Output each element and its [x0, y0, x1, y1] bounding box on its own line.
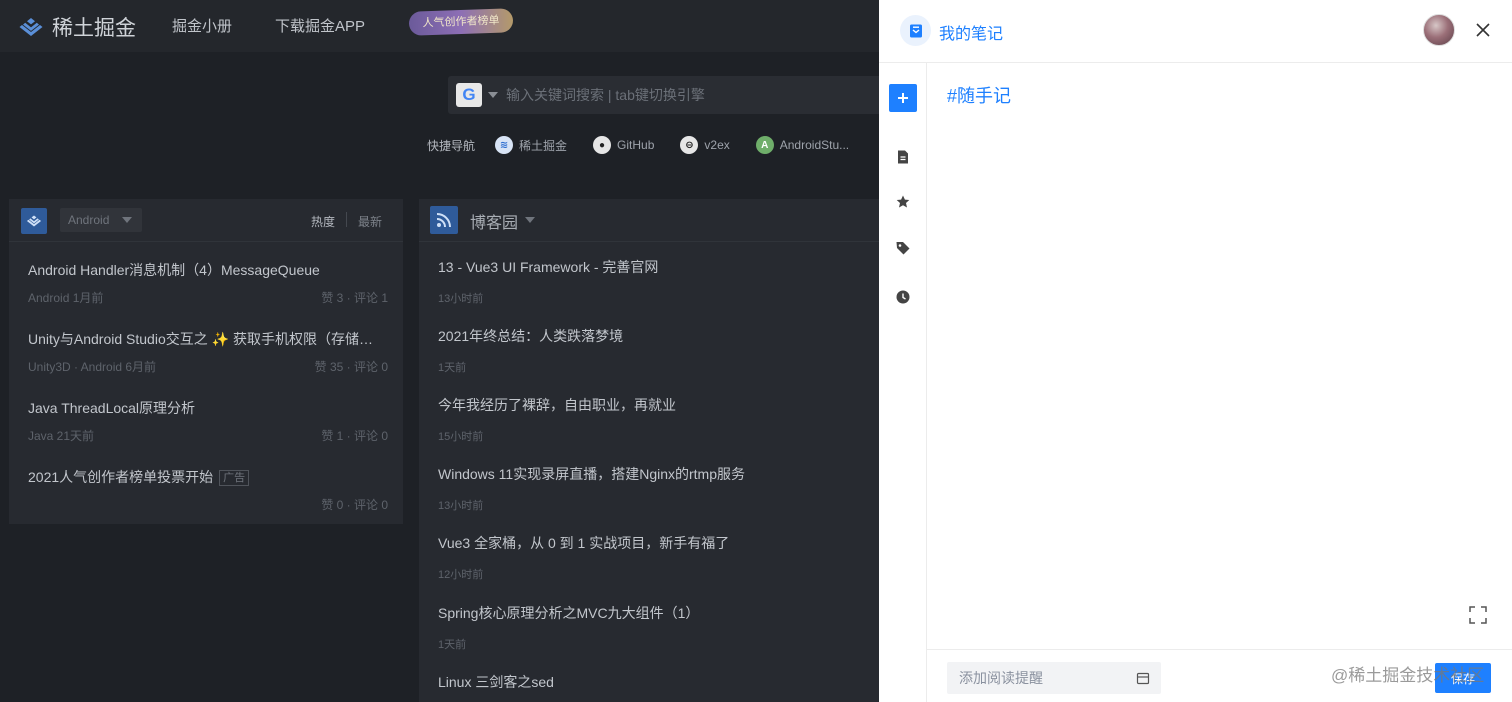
nav-juejin-books[interactable]: 掘金小册 [172, 15, 232, 36]
feed-item-time: 15小时前 [438, 431, 484, 443]
list-item[interactable]: Unity与Android Studio交互之 ✨ 获取手机权限（存储… Uni… [28, 329, 388, 374]
brand-name: 稀土掘金 [52, 17, 136, 40]
list-item[interactable]: Vue3 全家桶，从 0 到 1 实战项目，新手有福了 12小时前 [438, 533, 878, 582]
feed-item-time: 1天前 [438, 639, 467, 651]
search-bar: G [448, 76, 888, 114]
engine-dropdown-caret-icon[interactable] [488, 92, 498, 98]
article-stats: 赞 3 · 评论 1 [321, 291, 388, 305]
save-button[interactable]: 保存 [1435, 663, 1491, 693]
list-item[interactable]: 2021年终总结：人类跌落梦境 1天前 [438, 326, 878, 375]
list-item[interactable]: Spring核心原理分析之MVC九大组件（1） 1天前 [438, 603, 878, 652]
google-icon[interactable]: G [456, 83, 482, 107]
quick-nav-v2ex[interactable]: ⊖ v2ex [680, 136, 730, 154]
feed-item-title[interactable]: Vue3 全家桶，从 0 到 1 实战项目，新手有福了 [438, 533, 878, 553]
notes-sidebar [879, 63, 927, 702]
article-stats: 赞 1 · 评论 0 [321, 429, 388, 443]
article-meta: Android 1月前 [28, 291, 104, 305]
ad-badge: 广告 [219, 470, 250, 486]
feed-item-time: 12小时前 [438, 569, 484, 581]
card-header: 博客园 [419, 199, 889, 242]
notes-logo-icon [900, 15, 931, 46]
juejin-articles-card: Android 热度 最新 Android Handler消息机制（4）Mess… [9, 199, 403, 524]
chevron-down-icon [122, 217, 132, 223]
list-item[interactable]: 13 - Vue3 UI Framework - 完善官网 13小时前 [438, 257, 878, 306]
feed-item-time: 13小时前 [438, 500, 484, 512]
quick-nav-github[interactable]: ● GitHub [593, 136, 654, 154]
chevron-down-icon[interactable] [525, 217, 535, 223]
quick-nav-item-label: 稀土掘金 [519, 138, 568, 153]
sort-latest[interactable]: 最新 [358, 213, 382, 230]
feed-source-title[interactable]: 博客园 [470, 209, 518, 233]
android-studio-icon: A [755, 136, 774, 154]
quick-nav-label: 快捷导航 [427, 138, 476, 153]
rss-feed-card: 博客园 13 - Vue3 UI Framework - 完善官网 13小时前 2… [419, 199, 889, 702]
quick-nav-juejin[interactable]: ≋ 稀土掘金 [495, 136, 567, 154]
notes-panel-header: 我的笔记 [879, 0, 1512, 63]
card-header: Android 热度 最新 [9, 199, 403, 242]
article-title[interactable]: 2021人气创作者榜单投票开始 广告 [28, 467, 388, 487]
sort-hot[interactable]: 热度 [311, 213, 335, 230]
juejin-logo[interactable]: 稀土掘金 [18, 12, 136, 42]
star-icon[interactable] [895, 194, 911, 210]
juejin-icon [21, 208, 47, 234]
divider [346, 212, 347, 227]
article-meta: Unity3D · Android 6月前 [28, 360, 157, 374]
github-icon: ● [593, 136, 612, 154]
notes-panel: 我的笔记 #随手记 保存 [879, 0, 1512, 702]
feed-item-title[interactable]: 今年我经历了裸辞，自由职业，再就业 [438, 395, 878, 415]
list-item[interactable]: 2021人气创作者榜单投票开始 广告 赞 0 · 评论 0 [28, 467, 388, 512]
feed-item-time: 1天前 [438, 362, 467, 374]
feed-item-title[interactable]: Spring核心原理分析之MVC九大组件（1） [438, 603, 878, 623]
quick-nav-item-label: GitHub [617, 138, 655, 152]
article-title[interactable]: Android Handler消息机制（4）MessageQueue [28, 260, 388, 280]
note-icon[interactable] [895, 149, 911, 165]
list-item[interactable]: Linux 三剑客之sed [438, 672, 878, 692]
notes-panel-title: 我的笔记 [939, 26, 1004, 43]
quick-nav-android-studio[interactable]: A AndroidStu... [755, 136, 850, 154]
article-stats: 赞 0 · 评论 0 [321, 498, 388, 512]
promo-banner[interactable]: 人气创作者榜单 [408, 8, 514, 36]
feed-item-time: 13小时前 [438, 293, 484, 305]
v2ex-icon: ⊖ [680, 136, 699, 154]
category-select-value: Android [68, 213, 110, 227]
quick-nav-item-label: v2ex [704, 138, 730, 152]
quick-nav: 快捷导航 ≋ 稀土掘金 ● GitHub ⊖ v2ex A AndroidStu… [427, 136, 875, 154]
category-select[interactable]: Android [60, 208, 142, 232]
rss-icon [430, 206, 458, 234]
add-icon [898, 93, 908, 103]
juejin-icon: ≋ [495, 136, 514, 154]
juejin-logo-icon [19, 18, 43, 36]
feed-item-title[interactable]: 2021年终总结：人类跌落梦境 [438, 326, 878, 346]
article-title[interactable]: Java ThreadLocal原理分析 [28, 398, 388, 418]
fullscreen-icon[interactable] [1469, 606, 1487, 624]
search-input[interactable] [506, 85, 876, 105]
list-item[interactable]: Android Handler消息机制（4）MessageQueue Andro… [28, 260, 388, 305]
feed-item-title[interactable]: 13 - Vue3 UI Framework - 完善官网 [438, 257, 878, 277]
article-title-text: 2021人气创作者榜单投票开始 [28, 469, 214, 485]
clock-icon[interactable] [895, 289, 911, 305]
feed-item-title[interactable]: Windows 11实现录屏直播，搭建Nginx的rtmp服务 [438, 464, 878, 484]
list-item[interactable]: Windows 11实现录屏直播，搭建Nginx的rtmp服务 13小时前 [438, 464, 878, 513]
article-meta: Java 21天前 [28, 429, 95, 443]
reading-reminder-field [947, 662, 1161, 694]
nav-download-app[interactable]: 下载掘金APP [275, 15, 365, 36]
note-tag[interactable]: #随手记 [947, 82, 1011, 108]
tag-icon[interactable] [895, 240, 911, 256]
reading-reminder-input[interactable] [959, 668, 1129, 688]
quick-nav-item-label: AndroidStu... [779, 138, 850, 152]
avatar[interactable] [1423, 14, 1455, 46]
add-note-button[interactable] [889, 84, 917, 112]
calendar-icon[interactable] [1136, 671, 1150, 685]
list-item[interactable]: 今年我经历了裸辞，自由职业，再就业 15小时前 [438, 395, 878, 444]
list-item[interactable]: Java ThreadLocal原理分析 Java 21天前 赞 1 · 评论 0 [28, 398, 388, 443]
close-icon[interactable] [1472, 19, 1494, 41]
feed-item-title[interactable]: Linux 三剑客之sed [438, 672, 878, 692]
article-stats: 赞 35 · 评论 0 [314, 360, 388, 374]
notes-panel-footer: 保存 [927, 649, 1512, 702]
article-title[interactable]: Unity与Android Studio交互之 ✨ 获取手机权限（存储… [28, 329, 388, 349]
